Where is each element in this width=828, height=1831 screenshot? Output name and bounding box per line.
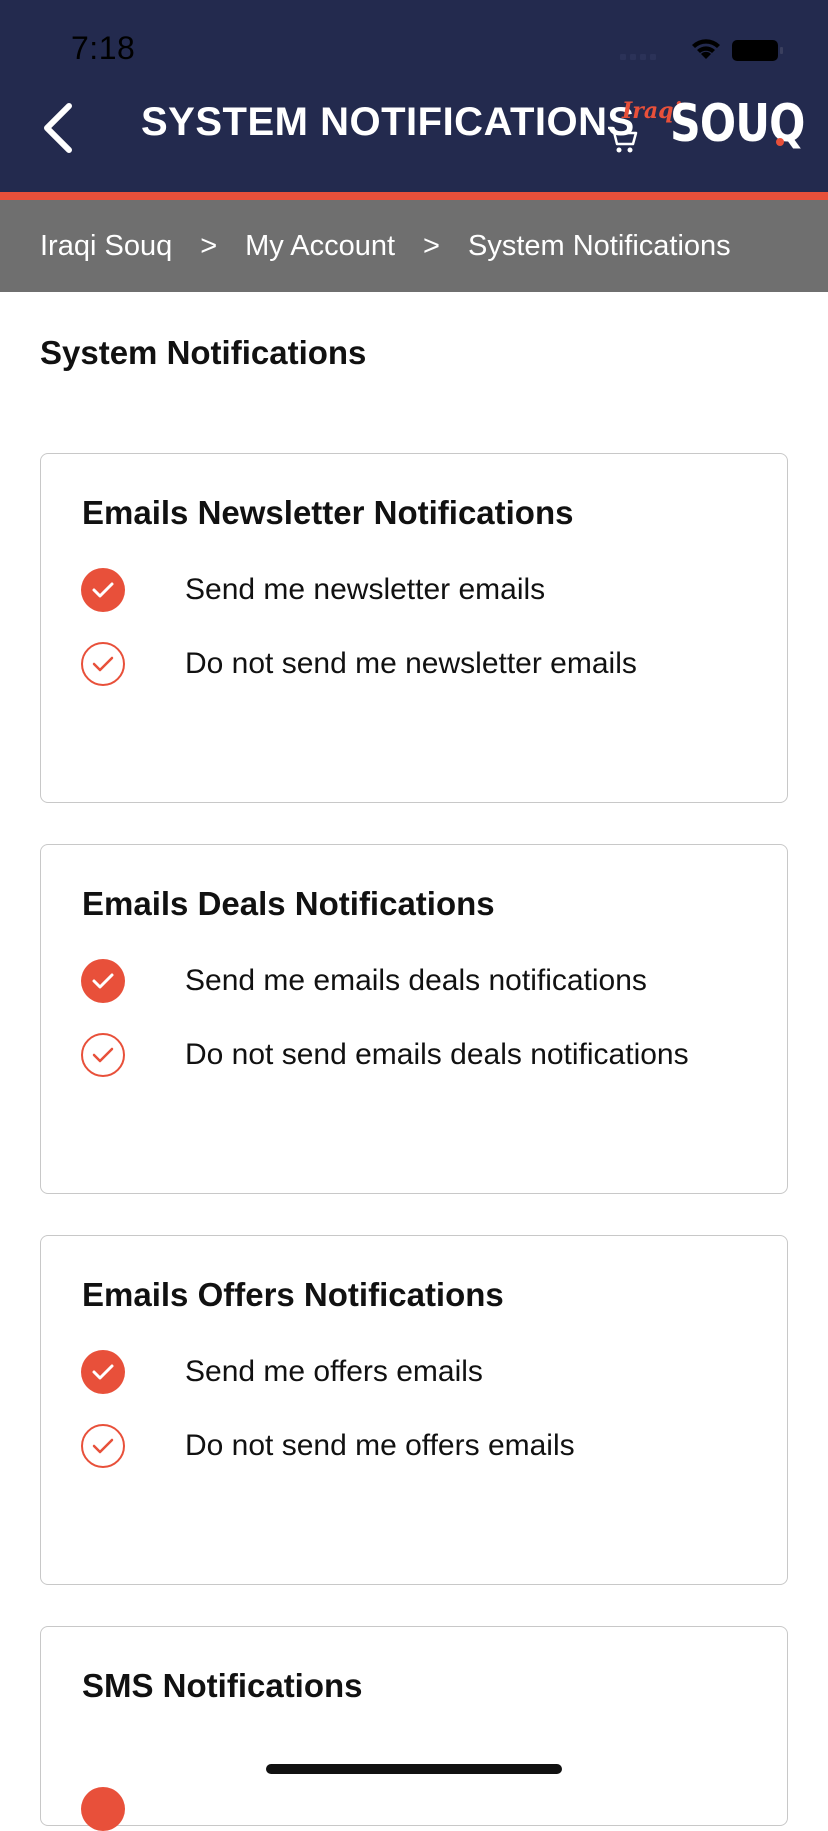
option-label: Send me newsletter emails [185, 573, 546, 606]
logo-dot [776, 138, 784, 146]
radio-checked-icon[interactable] [81, 1787, 125, 1831]
breadcrumb-item-home[interactable]: Iraqi Souq [40, 230, 172, 263]
radio-unchecked-icon[interactable] [81, 642, 125, 686]
logo-word-text: SOUQ [670, 94, 805, 154]
card-newsletter: Emails Newsletter Notifications Send me … [40, 453, 788, 803]
option-send-deals[interactable]: Send me emails deals notifications [81, 956, 647, 1006]
option-label: Do not send me offers emails [185, 1429, 575, 1462]
option-send-newsletter[interactable]: Send me newsletter emails [81, 565, 545, 615]
status-time: 7:18 [71, 30, 136, 66]
page-title: System Notifications [40, 334, 367, 371]
option-no-newsletter[interactable]: Do not send me newsletter emails [81, 639, 637, 689]
cart-icon [608, 126, 638, 153]
radio-checked-icon[interactable] [81, 1350, 125, 1394]
chevron-left-icon [44, 103, 72, 153]
option-label: Do not send emails deals notifications [185, 1038, 689, 1071]
back-button[interactable] [30, 96, 86, 160]
option-label: Send me emails deals notifications [185, 964, 647, 997]
option-no-offers[interactable]: Do not send me offers emails [81, 1421, 575, 1471]
radio-unchecked-icon[interactable] [81, 1033, 125, 1077]
radio-unchecked-icon[interactable] [81, 1424, 125, 1468]
card-deals: Emails Deals Notifications Send me email… [40, 844, 788, 1194]
breadcrumb-separator: > [200, 229, 218, 262]
breadcrumb: Iraqi Souq > My Account > System Notific… [0, 200, 828, 292]
breadcrumb-item-my-account[interactable]: My Account [245, 230, 395, 263]
radio-checked-icon[interactable] [81, 959, 125, 1003]
wifi-icon [692, 39, 720, 59]
home-indicator [266, 1764, 562, 1774]
radio-checked-icon[interactable] [81, 568, 125, 612]
option-label: Do not send me newsletter emails [185, 647, 637, 680]
battery-icon [732, 40, 783, 61]
header-accent-line [0, 192, 828, 200]
iraqi-souq-logo: Iraqi SOUQ [606, 94, 805, 160]
signal-icon [620, 54, 656, 60]
card-title: Emails Deals Notifications [82, 885, 495, 922]
card-sms: SMS Notifications [40, 1626, 788, 1831]
card-title: Emails Newsletter Notifications [82, 494, 574, 531]
card-title: SMS Notifications [82, 1667, 363, 1704]
breadcrumb-item-current: System Notifications [467, 229, 731, 262]
option-send-offers[interactable]: Send me offers emails [81, 1347, 483, 1397]
option-label: Send me offers emails [185, 1355, 483, 1388]
card-title: Emails Offers Notifications [82, 1276, 504, 1313]
card-offers: Emails Offers Notifications Send me offe… [40, 1235, 788, 1585]
breadcrumb-separator: > [423, 229, 440, 262]
option-no-deals[interactable]: Do not send emails deals notifications [81, 1030, 689, 1080]
status-icons [618, 34, 788, 64]
nav-title: SYSTEM NOTIFICATIONS [141, 100, 635, 144]
